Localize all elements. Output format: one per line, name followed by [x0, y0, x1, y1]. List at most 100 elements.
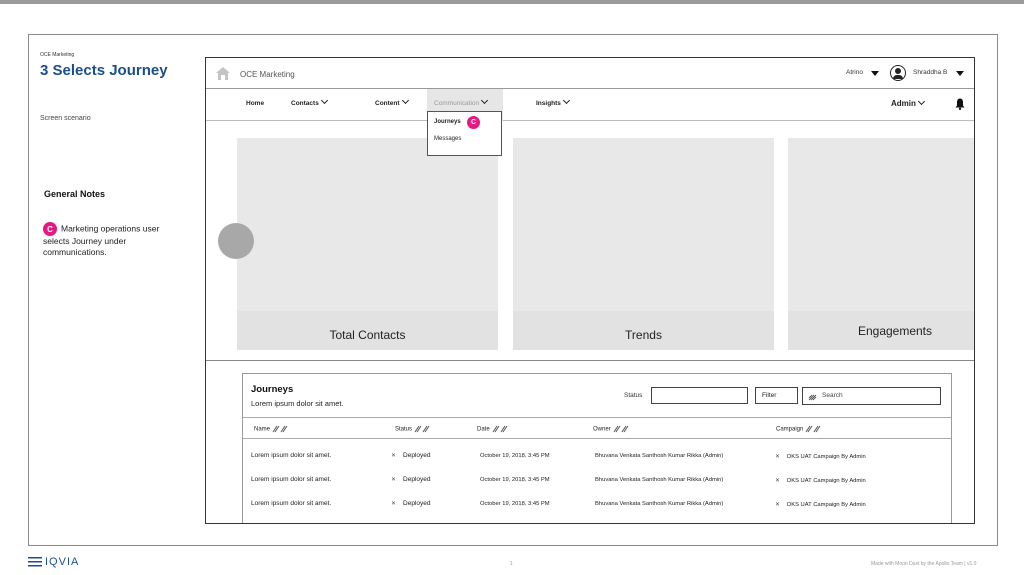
status-icon: ✕: [391, 501, 397, 507]
cell-status: ✕ Deployed: [391, 452, 431, 459]
campaign-icon: ✕: [775, 502, 781, 508]
cell-name: Lorem ipsum dolor sit amet.: [251, 500, 332, 507]
cell-name: Lorem ipsum dolor sit amet.: [251, 476, 332, 483]
cell-status: ✕ Deployed: [391, 500, 431, 507]
note-badge: C: [43, 222, 57, 236]
logo-mark-icon: [28, 557, 42, 567]
avatar[interactable]: [890, 65, 906, 81]
note-item: C Marketing operations user selects Journ…: [43, 222, 183, 258]
card-label: Trends: [625, 328, 662, 342]
nav-insights[interactable]: Insights: [536, 96, 570, 107]
cell-date: October 19, 2018, 3:45 PM: [480, 453, 550, 459]
card-label: Total Contacts: [329, 328, 406, 342]
table-header: Name Status Date Owner Campaign: [243, 417, 951, 439]
menu-item-messages[interactable]: Messages: [434, 136, 461, 142]
column-label: Name: [254, 426, 271, 433]
nav-admin[interactable]: Admin: [891, 97, 925, 108]
filter-button[interactable]: Filter: [755, 387, 798, 404]
chevron-down-icon: [481, 96, 489, 105]
app-header: OCE Marketing Atrino Shraddha B: [206, 58, 974, 89]
card-image-placeholder: [513, 138, 774, 311]
top-bar: [0, 0, 1024, 4]
logo-text: IQVIA: [45, 556, 80, 568]
status-icon: ✕: [391, 453, 397, 459]
card-engagements[interactable]: Engagements: [788, 138, 974, 350]
status-text: Deployed: [403, 476, 431, 483]
app-title: OCE Marketing: [240, 70, 295, 79]
carousel-handle[interactable]: [218, 223, 254, 259]
campaign-icon: ✕: [775, 478, 781, 484]
cell-campaign: ✕ DKS UAT Campaign By Admin: [775, 477, 866, 484]
general-notes-heading: General Notes: [44, 189, 106, 199]
nav-contacts-label: Contacts: [291, 100, 319, 107]
status-filter-input[interactable]: [651, 387, 748, 404]
page-title: 3 Selects Journey: [40, 62, 168, 79]
app-mockup: OCE Marketing Atrino Shraddha B Home Con…: [205, 57, 975, 524]
cell-owner: Bhuvana Venkata Santhosh Kumar Rikka (Ad…: [595, 453, 724, 459]
callout-badge: C: [467, 116, 480, 129]
chevron-down-icon: [401, 96, 409, 105]
column-header-status[interactable]: Status: [395, 425, 430, 433]
status-icon: ✕: [391, 477, 397, 483]
cell-owner: Bhuvana Venkata Santhosh Kumar Rikka (Ad…: [595, 477, 724, 483]
chevron-down-icon: [917, 97, 925, 106]
column-label: Owner: [593, 426, 611, 433]
nav-contacts[interactable]: Contacts: [291, 96, 328, 107]
nav-communication-item: Communication: [434, 96, 489, 107]
footer-credit: Made with Moon Dust by the Apollo Team |…: [871, 561, 977, 567]
nav-admin-label: Admin: [891, 99, 916, 108]
column-label: Date: [477, 426, 490, 433]
nav-content[interactable]: Content: [375, 96, 409, 107]
cell-campaign: ✕ DKS UAT Campaign By Admin: [775, 501, 866, 508]
card-total-contacts[interactable]: Total Contacts: [237, 138, 498, 350]
campaign-text: DKS UAT Campaign By Admin: [787, 454, 866, 460]
cell-owner: Bhuvana Venkata Santhosh Kumar Rikka (Ad…: [595, 501, 724, 507]
caret-down-icon[interactable]: [871, 71, 879, 76]
communication-dropdown: Journeys C Messages: [427, 111, 502, 156]
cell-status: ✕ Deployed: [391, 476, 431, 483]
caret-down-icon[interactable]: [956, 71, 964, 76]
card-label: Engagements: [857, 324, 933, 338]
main-nav: Home Contacts Content Communication Insi…: [206, 89, 974, 121]
nav-content-label: Content: [375, 100, 400, 107]
nav-home[interactable]: Home: [246, 100, 264, 107]
campaign-text: DKS UAT Campaign By Admin: [787, 502, 866, 508]
search-placeholder: Search: [822, 392, 843, 399]
nav-insights-label: Insights: [536, 100, 561, 107]
table-row[interactable]: Lorem ipsum dolor sit amet. ✕ Deployed Oc…: [243, 444, 951, 468]
card-image-placeholder: [788, 138, 974, 311]
card-trends[interactable]: Trends: [513, 138, 774, 350]
campaign-text: DKS UAT Campaign By Admin: [787, 478, 866, 484]
journeys-table-subtitle: Lorem ipsum dolor sit amet.: [251, 399, 344, 408]
user-name[interactable]: Shraddha B: [913, 69, 947, 76]
table-row[interactable]: Lorem ipsum dolor sit amet. ✕ Deployed Oc…: [243, 468, 951, 492]
cell-name: Lorem ipsum dolor sit amet.: [251, 452, 332, 459]
sort-icon: [613, 425, 629, 433]
table-row[interactable]: Lorem ipsum dolor sit amet. ✕ Deployed Oc…: [243, 492, 951, 516]
menu-item-journeys[interactable]: Journeys: [434, 119, 461, 125]
column-header-date[interactable]: Date: [477, 425, 508, 433]
sort-icon: [805, 425, 821, 433]
home-icon[interactable]: [216, 67, 230, 80]
status-filter-label: Status: [624, 392, 643, 399]
iqvia-logo: IQVIA: [28, 556, 79, 568]
status-text: Deployed: [403, 452, 431, 459]
cell-campaign: ✕ DKS UAT Campaign By Admin: [775, 453, 866, 460]
screen-scenario-label: Screen scenario: [40, 115, 91, 122]
column-header-campaign[interactable]: Campaign: [776, 425, 821, 433]
column-header-owner[interactable]: Owner: [593, 425, 629, 433]
journeys-table-title: Journeys: [251, 384, 294, 395]
column-label: Campaign: [776, 426, 804, 433]
bell-icon[interactable]: [955, 98, 965, 110]
section-divider: [206, 360, 974, 361]
status-text: Deployed: [403, 500, 431, 507]
chevron-down-icon: [562, 96, 570, 105]
tenant-selector[interactable]: Atrino: [846, 69, 863, 76]
search-input[interactable]: Search: [802, 387, 941, 405]
section-label: OCE Marketing: [40, 52, 75, 58]
campaign-icon: ✕: [775, 454, 781, 460]
column-label: Status: [395, 426, 413, 433]
column-header-name[interactable]: Name: [254, 425, 288, 433]
search-icon: [808, 394, 817, 401]
nav-communication-label: Communication: [434, 100, 480, 107]
